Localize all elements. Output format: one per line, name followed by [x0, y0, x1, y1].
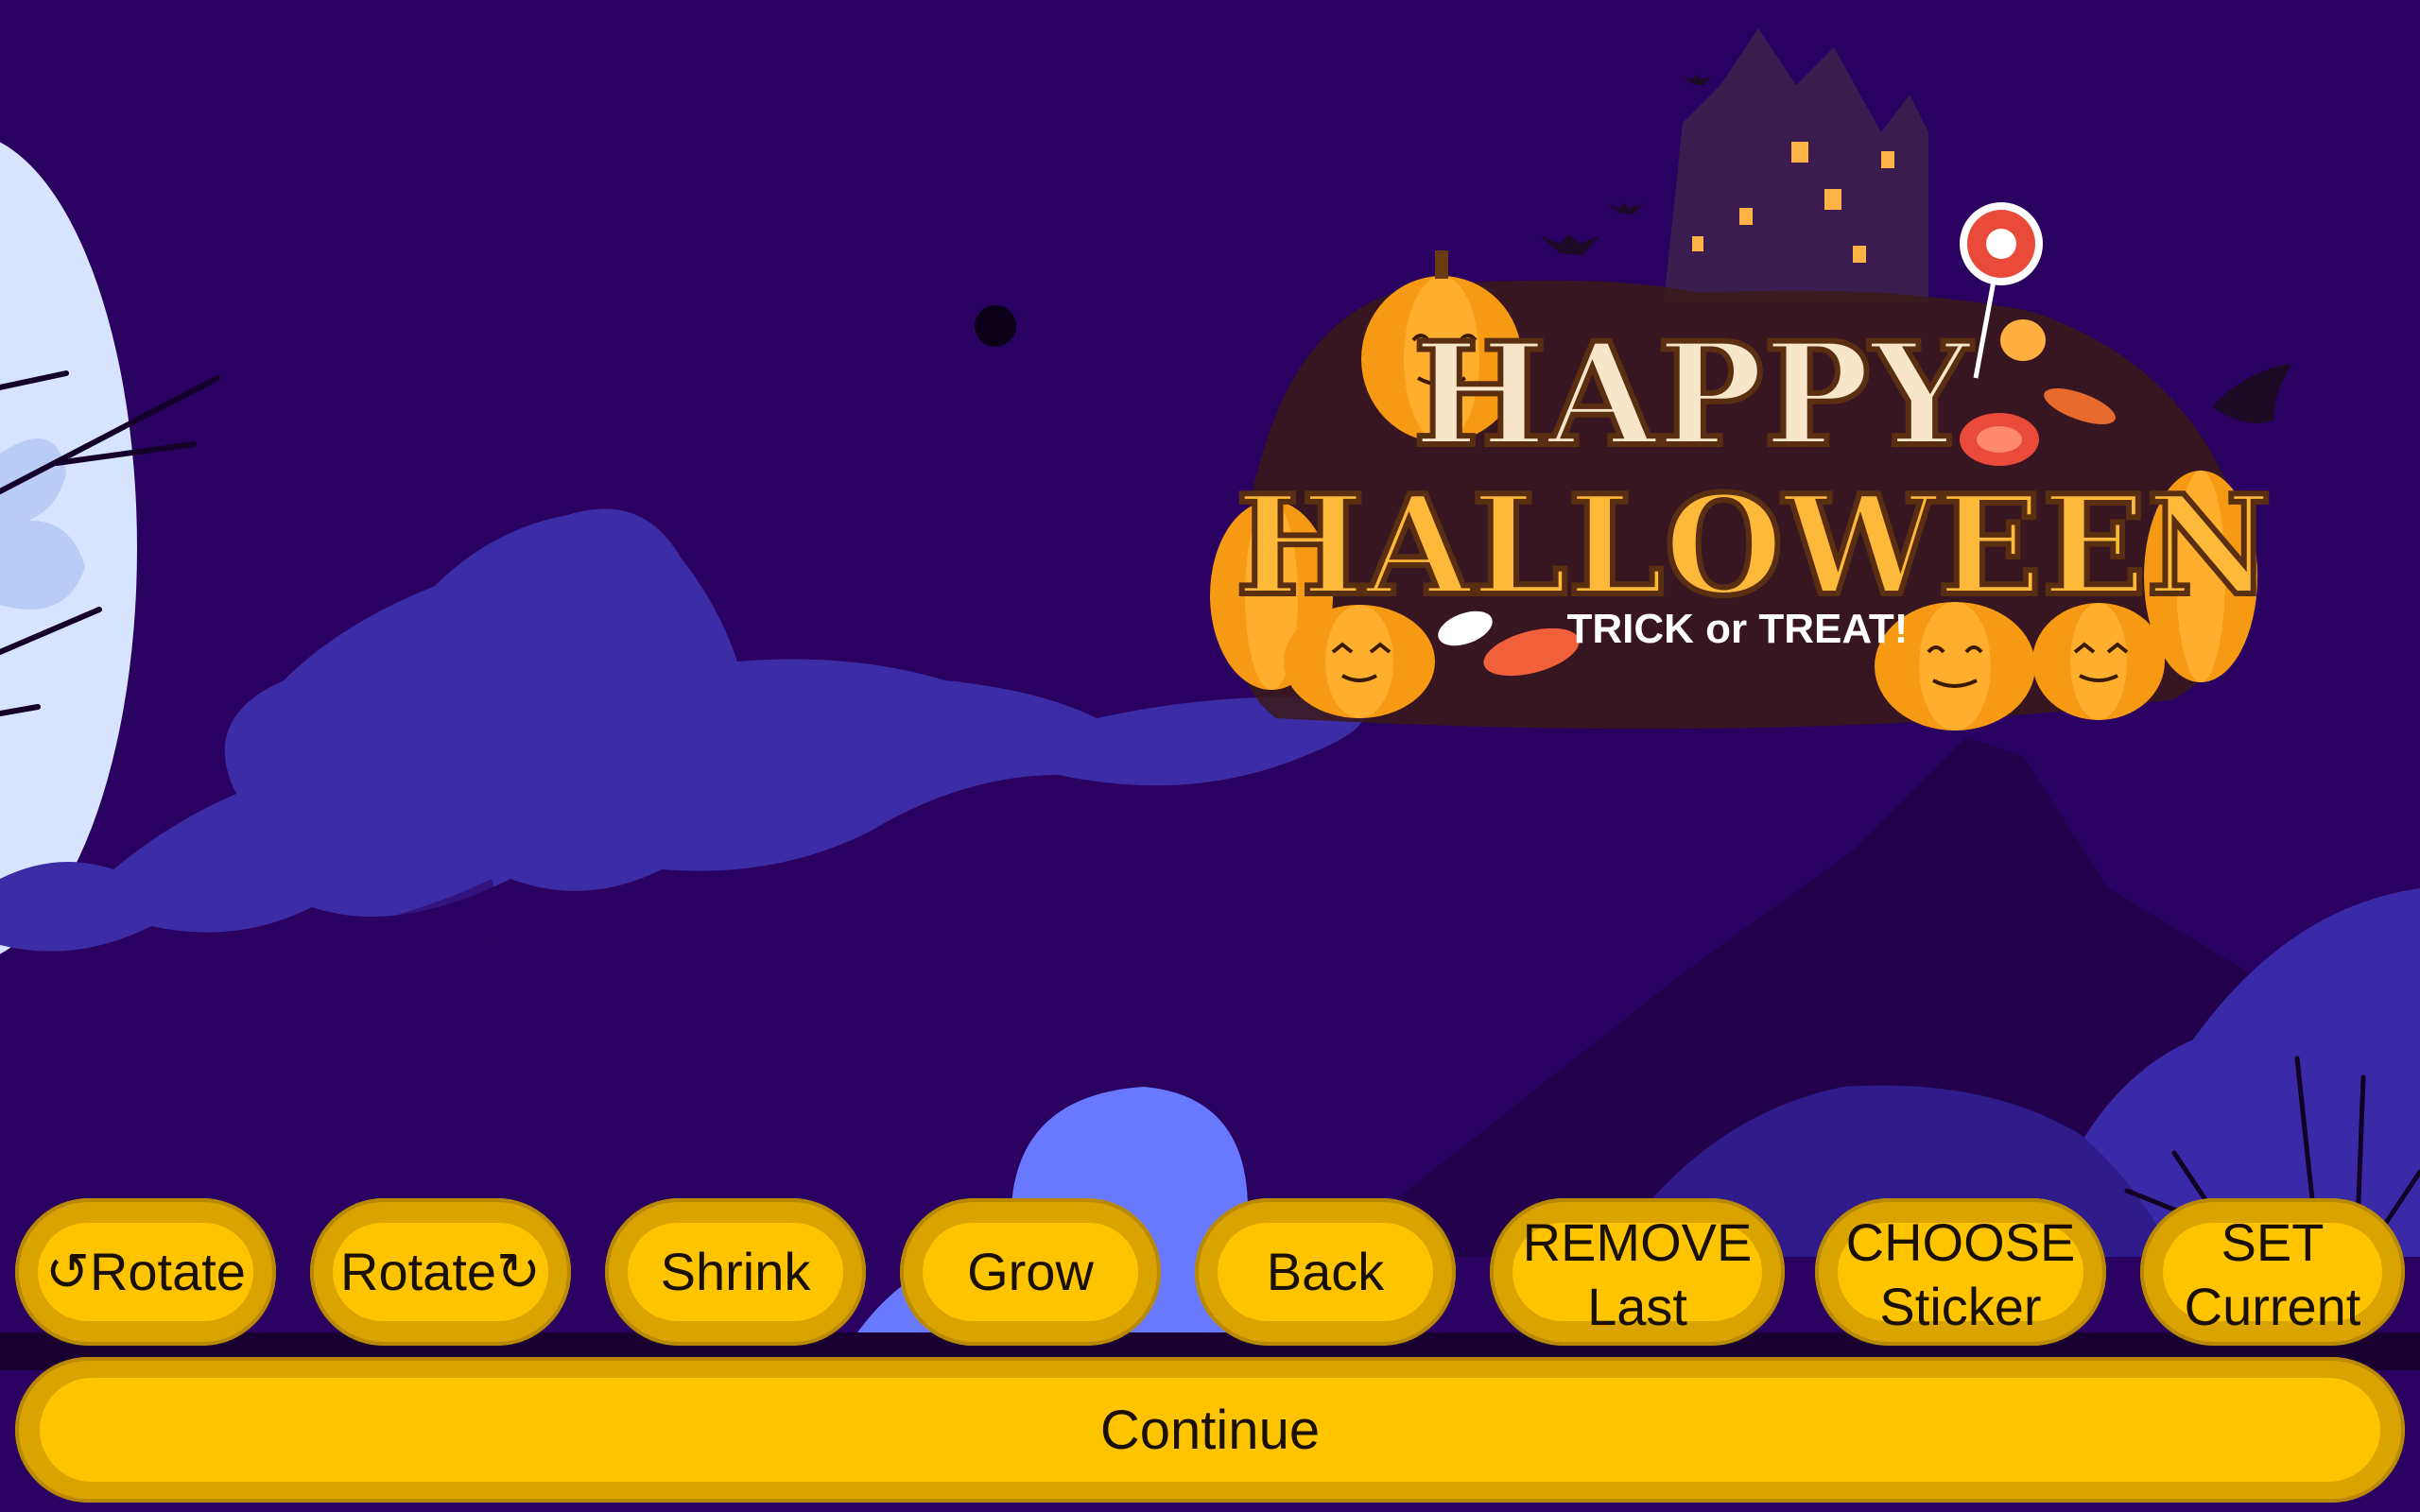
set-label-line1: SET — [2221, 1212, 2325, 1272]
choose-label-line2: Sticker — [1879, 1277, 2042, 1336]
remove-last-button[interactable]: REMOVE Last — [1490, 1198, 1785, 1346]
remove-label-line2: Last — [1587, 1277, 1687, 1336]
set-label-line2: Current — [2184, 1277, 2361, 1336]
rotate-left-label: ↺Rotate — [45, 1242, 246, 1301]
rotate-right-label: Rotate↻ — [340, 1242, 541, 1301]
rotate-left-button[interactable]: ↺Rotate — [15, 1198, 276, 1346]
shrink-button[interactable]: Shrink — [605, 1198, 866, 1346]
logo-line2: HALLOWEEN — [1236, 466, 2272, 627]
planet-dot — [975, 305, 1016, 347]
continue-label: Continue — [1099, 1399, 1321, 1461]
logo-line1: HAPPY — [1413, 312, 1974, 478]
choose-label-line1: CHOOSE — [1845, 1212, 2076, 1272]
rotate-right-button[interactable]: Rotate↻ — [310, 1198, 571, 1346]
logo-tagline: TRICK or TREAT! — [1567, 606, 1909, 652]
set-current-button[interactable]: SET Current — [2140, 1198, 2405, 1346]
grow-button[interactable]: Grow — [900, 1198, 1161, 1346]
back-label: Back — [1266, 1242, 1385, 1301]
grow-label: Grow — [967, 1242, 1094, 1301]
choose-sticker-button[interactable]: CHOOSE Sticker — [1815, 1198, 2106, 1346]
back-button[interactable]: Back — [1195, 1198, 1456, 1346]
shrink-label: Shrink — [660, 1242, 811, 1301]
remove-label-line1: REMOVE — [1522, 1212, 1753, 1272]
continue-button[interactable]: Continue — [15, 1357, 2405, 1503]
